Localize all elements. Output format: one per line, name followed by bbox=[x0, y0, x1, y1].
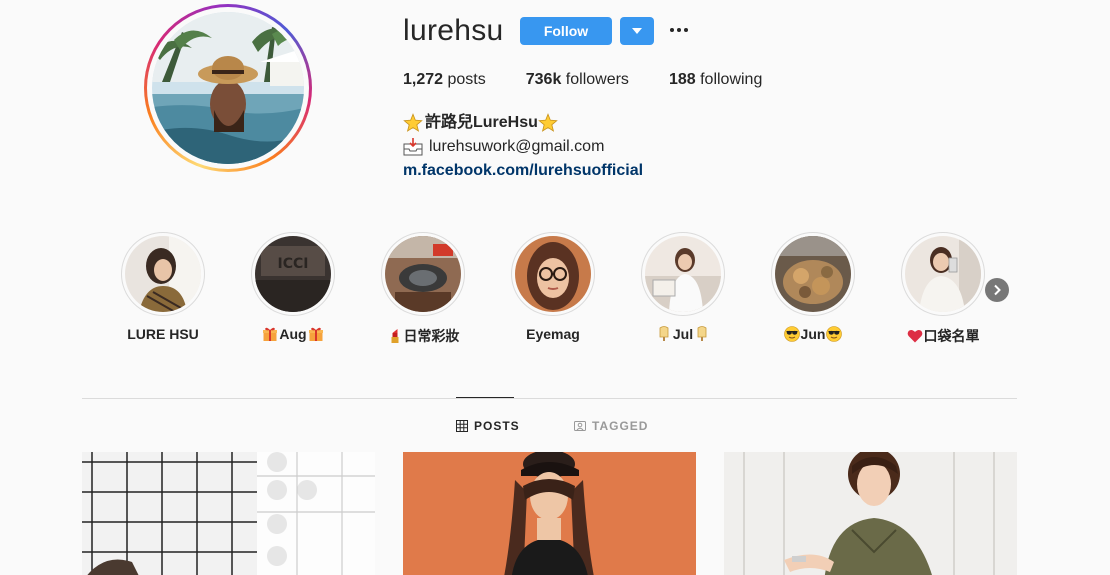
post-thumbnail[interactable] bbox=[82, 452, 375, 575]
highlight-cover bbox=[385, 236, 461, 312]
profile-avatar[interactable] bbox=[144, 4, 312, 172]
bio-website-link[interactable]: m.facebook.com/lurehsuofficial bbox=[403, 159, 643, 183]
avatar-image bbox=[152, 12, 304, 164]
tab-tagged[interactable]: TAGGED bbox=[574, 419, 648, 433]
gift-icon bbox=[263, 327, 278, 341]
dot-icon bbox=[684, 28, 688, 32]
highlight-item[interactable]: Jul bbox=[641, 232, 725, 342]
followers-link[interactable]: 736k followers bbox=[526, 71, 629, 89]
highlight-label: Jul bbox=[672, 326, 694, 342]
chevron-right-icon bbox=[994, 284, 1001, 296]
heart-icon bbox=[907, 330, 922, 343]
display-name: 許路兒LureHsu bbox=[403, 111, 643, 135]
highlight-label: 日常彩妝 bbox=[403, 328, 460, 344]
tagged-user-icon bbox=[574, 421, 586, 431]
highlight-item[interactable]: Eyemag bbox=[511, 232, 595, 342]
post-thumbnail[interactable] bbox=[724, 452, 1017, 575]
highlight-cover bbox=[775, 236, 851, 312]
sunglasses-face-icon bbox=[783, 326, 800, 342]
profile-stats: 1,272 posts 736k followers 188 following bbox=[403, 71, 802, 89]
highlight-item[interactable]: LURE HSU bbox=[121, 232, 205, 342]
bio-email: lurehsuwork@gmail.com bbox=[429, 138, 605, 155]
suggested-accounts-dropdown-button[interactable] bbox=[620, 17, 654, 45]
highlight-cover bbox=[645, 236, 721, 312]
highlight-label: 口袋名單 bbox=[923, 328, 980, 344]
lipstick-icon bbox=[391, 329, 398, 343]
star-icon bbox=[538, 113, 558, 132]
gift-icon bbox=[308, 327, 323, 341]
dot-icon bbox=[670, 28, 674, 32]
following-link[interactable]: 188 following bbox=[669, 71, 762, 89]
highlight-item[interactable]: Jun bbox=[771, 232, 855, 342]
highlight-label: Aug bbox=[279, 326, 307, 342]
highlight-label: Eyemag bbox=[526, 326, 580, 342]
highlight-cover: ICCI bbox=[255, 236, 331, 312]
profile-bio: 許路兒LureHsu lurehsuwork@gmail.com m.faceb… bbox=[403, 111, 643, 183]
sunglasses-face-icon bbox=[826, 326, 843, 342]
tabs-divider bbox=[82, 398, 1017, 399]
highlight-cover bbox=[905, 236, 981, 312]
follow-button[interactable]: Follow bbox=[520, 17, 612, 45]
grid-icon bbox=[456, 420, 468, 432]
highlight-item[interactable]: 日常彩妝 bbox=[381, 232, 465, 344]
highlight-label: Jun bbox=[800, 326, 826, 342]
inbox-tray-icon bbox=[403, 138, 423, 156]
posts-count: 1,272 posts bbox=[403, 71, 486, 88]
dot-icon bbox=[677, 28, 681, 32]
highlight-cover bbox=[515, 236, 591, 312]
popsicle-icon bbox=[659, 326, 669, 341]
post-thumbnail[interactable] bbox=[403, 452, 696, 575]
svg-text:ICCI: ICCI bbox=[278, 256, 309, 272]
highlights-next-button[interactable] bbox=[985, 278, 1009, 302]
more-options-button[interactable] bbox=[668, 18, 690, 42]
tab-posts[interactable]: POSTS bbox=[456, 419, 520, 433]
star-icon bbox=[403, 113, 423, 132]
active-tab-indicator bbox=[456, 397, 514, 398]
highlight-cover bbox=[125, 236, 201, 312]
profile-username: lurehsu bbox=[403, 14, 504, 47]
bio-email-line: lurehsuwork@gmail.com bbox=[403, 135, 643, 159]
highlight-label: LURE HSU bbox=[127, 326, 199, 342]
highlight-item[interactable]: ICCI Aug bbox=[251, 232, 335, 342]
caret-down-icon bbox=[632, 28, 642, 34]
highlight-item[interactable]: 口袋名單 bbox=[901, 232, 985, 344]
popsicle-icon bbox=[697, 326, 707, 341]
